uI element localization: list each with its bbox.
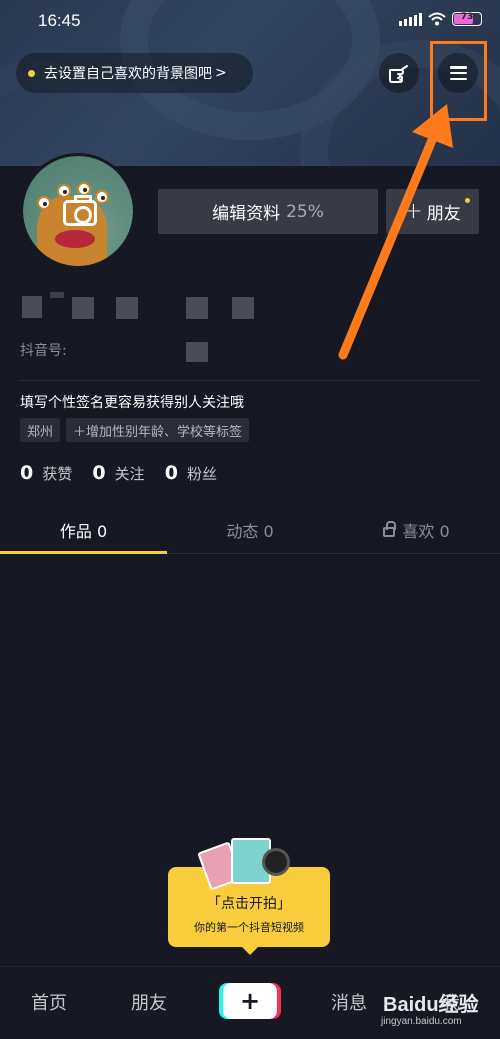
annotation-arrow-icon [338,104,453,360]
